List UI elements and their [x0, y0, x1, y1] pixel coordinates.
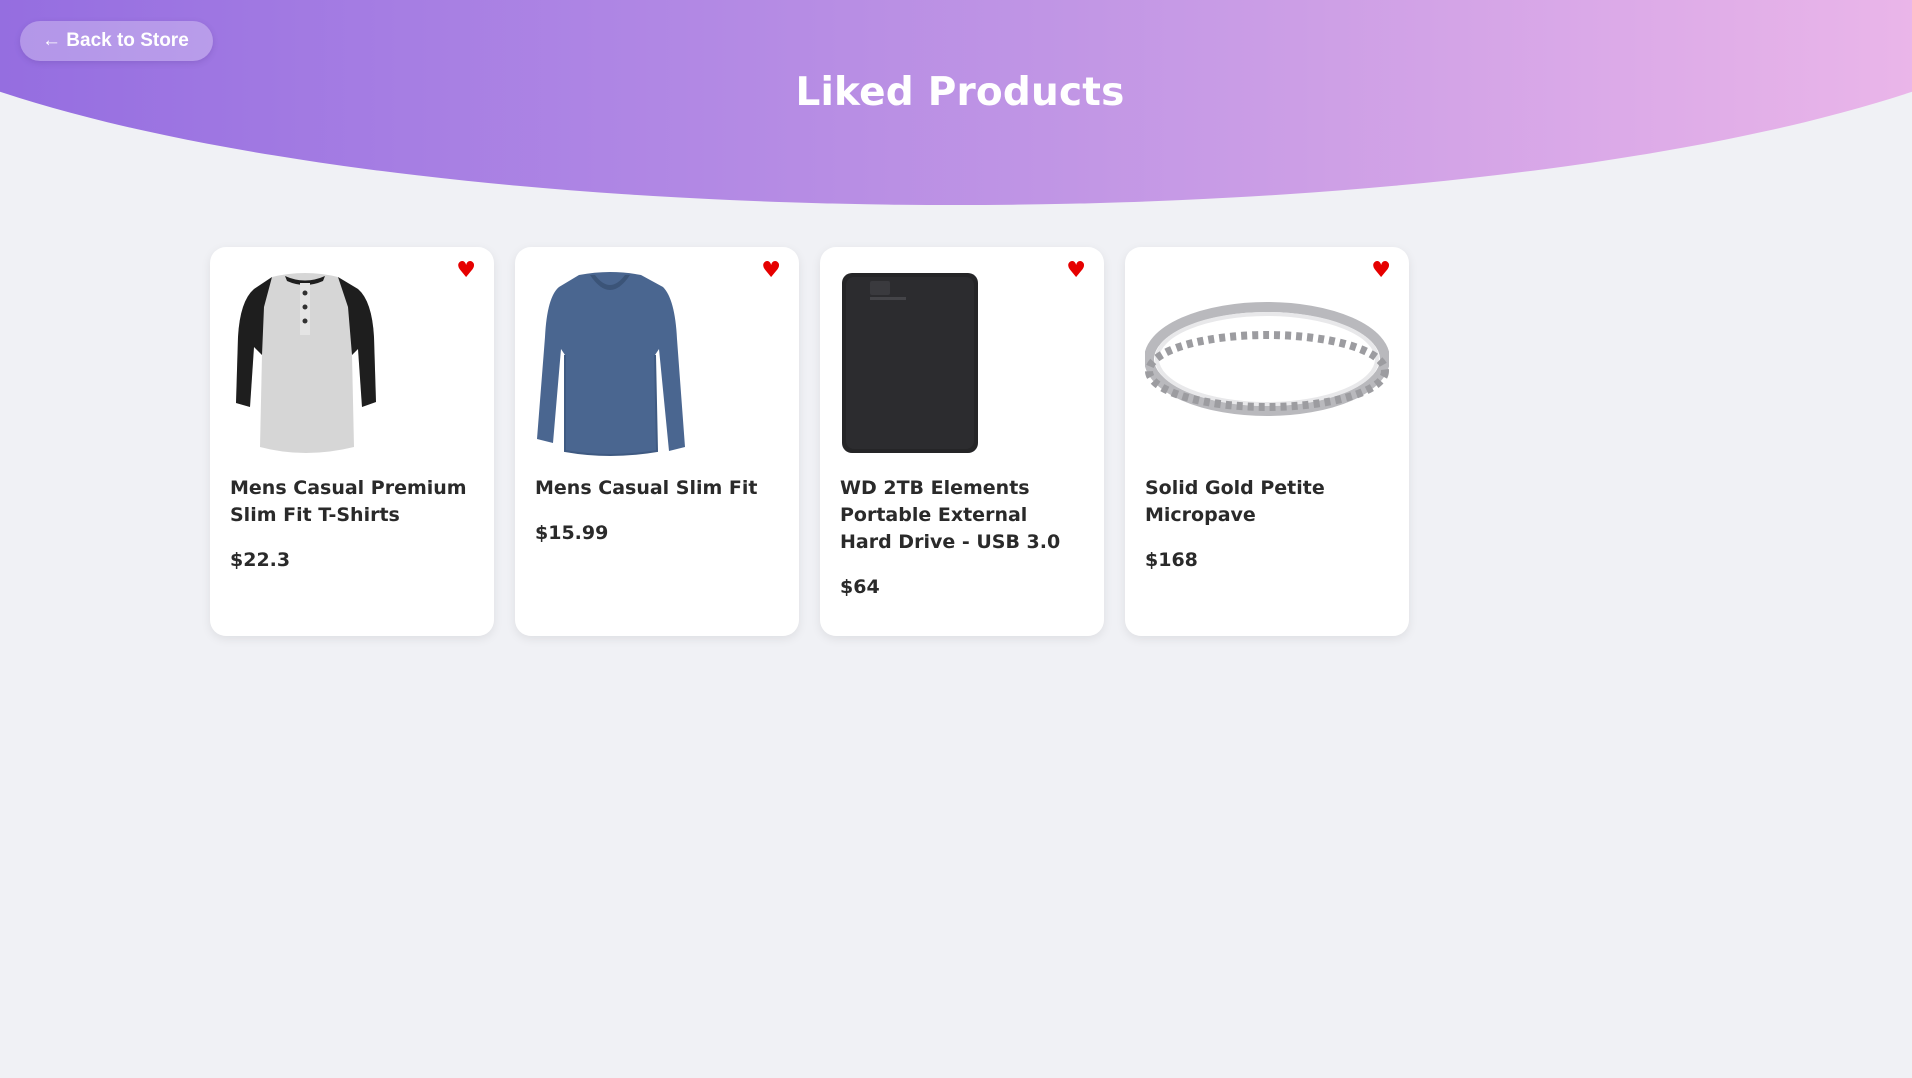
sweater-image — [535, 267, 779, 457]
back-to-store-button[interactable]: ← Back to Store — [20, 21, 213, 61]
hard-drive-image — [840, 267, 1084, 457]
product-name: Mens Casual Premium Slim Fit T-Shirts — [230, 477, 467, 526]
product-card[interactable]: ♥ Mens Casual Slim Fit $15.99 — [515, 247, 799, 636]
product-card[interactable]: ♥ Solid Gold Petite Micropave $168 — [1125, 247, 1409, 636]
product-name: WD 2TB Elements Portable External Hard D… — [840, 477, 1061, 553]
product-price: $15.99 — [535, 522, 609, 544]
heart-icon[interactable]: ♥ — [1066, 260, 1086, 282]
header-banner: ← Back to Store Liked Products — [0, 0, 1912, 210]
heart-icon[interactable]: ♥ — [456, 260, 476, 282]
tshirt-image — [230, 267, 474, 457]
ring-image — [1145, 267, 1389, 457]
heart-icon[interactable]: ♥ — [761, 260, 781, 282]
product-price: $22.3 — [230, 549, 291, 571]
product-name: Mens Casual Slim Fit — [535, 477, 758, 499]
product-card[interactable]: ♥ WD 2TB Elements Portable External Hard… — [820, 247, 1104, 636]
product-card[interactable]: ♥ Mens Casual Premium Slim Fit T-Shirts … — [210, 247, 494, 636]
liked-products-grid: ♥ Mens Casual Premium Slim Fit T-Shirts … — [210, 247, 1409, 636]
product-name: Solid Gold Petite Micropave — [1145, 477, 1325, 526]
heart-icon[interactable]: ♥ — [1371, 260, 1391, 282]
page-title: Liked Products — [795, 70, 1125, 115]
product-price: $168 — [1145, 549, 1198, 571]
back-button-label: ← Back to Store — [42, 30, 189, 51]
product-price: $64 — [840, 576, 880, 598]
